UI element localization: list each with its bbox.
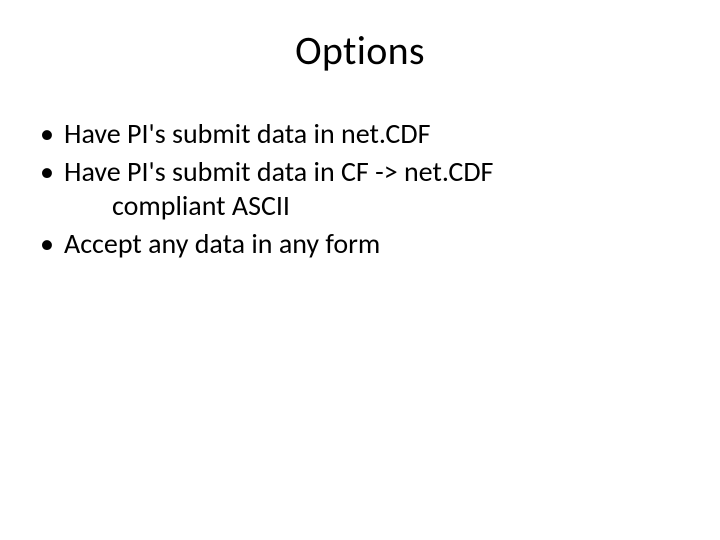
slide-title: Options [30,26,690,75]
bullet-text: Have PI's submit data in net.CDF [64,116,430,151]
slide-content: Have PI's submit data in net.CDF Have PI… [30,117,690,262]
list-item: Have PI's submit data in CF -> net.CDF c… [38,155,690,223]
slide-container: Options Have PI's submit data in net.CDF… [0,0,720,540]
bullet-text-continuation: compliant ASCII [64,189,690,223]
bullet-text: Have PI's submit data in CF -> net.CDF [64,154,493,189]
list-item: Accept any data in any form [38,227,690,261]
bullet-list: Have PI's submit data in net.CDF Have PI… [30,117,690,262]
list-item: Have PI's submit data in net.CDF [38,117,690,151]
bullet-text: Accept any data in any form [64,226,380,261]
